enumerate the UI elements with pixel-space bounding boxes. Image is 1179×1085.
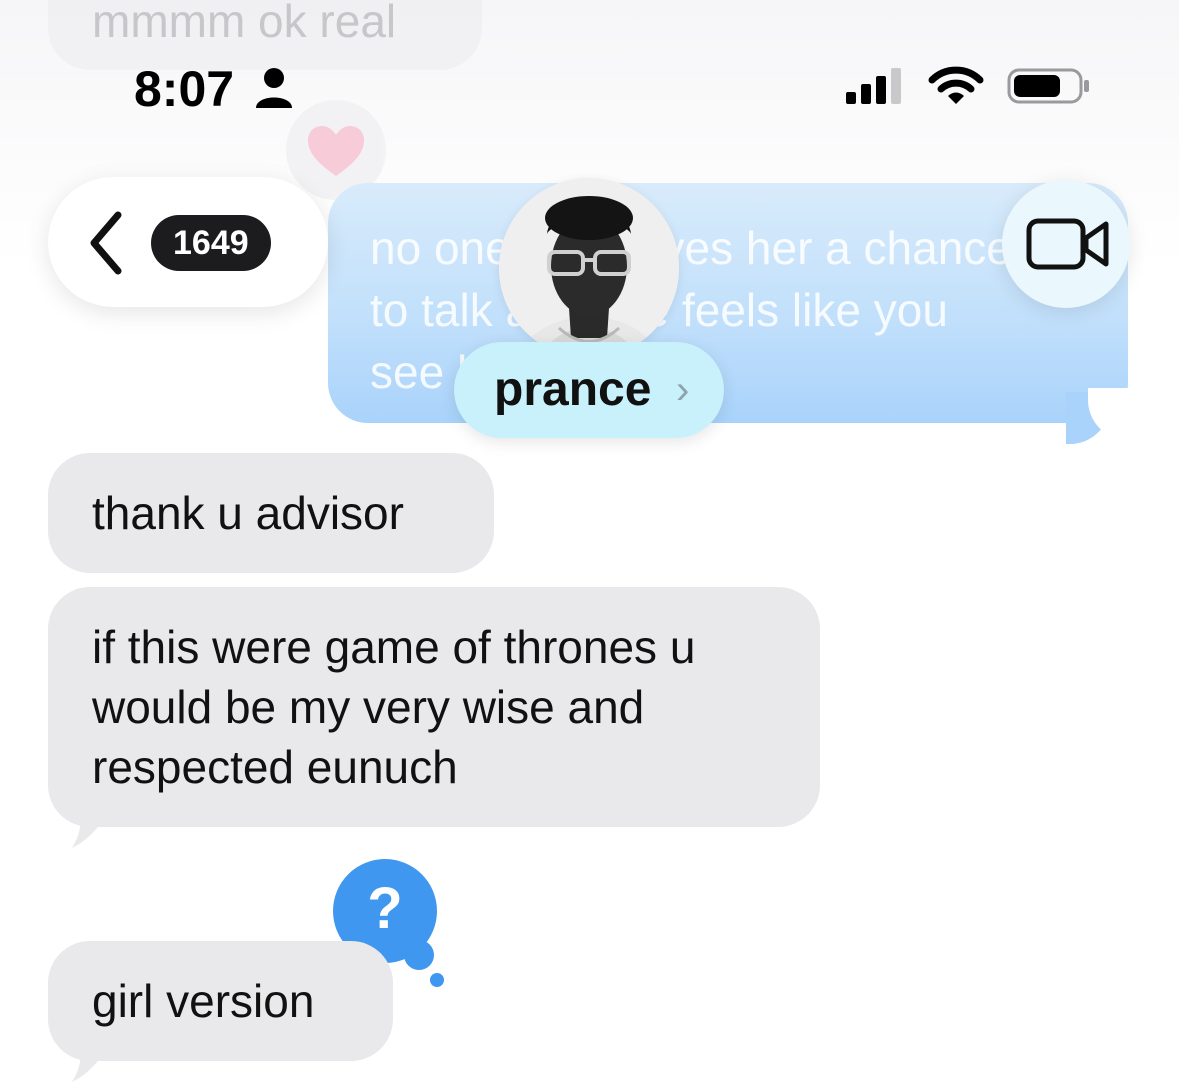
contact-name: prance (494, 363, 652, 416)
status-time: 8:07 (134, 60, 294, 118)
status-icons (844, 66, 1091, 111)
heart-icon (308, 126, 364, 176)
contact-avatar[interactable] (499, 178, 679, 358)
received-message-bubble[interactable]: if this were game of thrones u would be … (48, 587, 820, 827)
message-text: thank u advisor (92, 487, 404, 539)
message-line: would be my very wise and (92, 681, 645, 733)
cellular-signal-icon (846, 68, 901, 104)
sent-message-line: to talk and she feels like you (370, 284, 948, 336)
reaction-bubble-dot (404, 940, 434, 970)
sent-message-line: no one ever gives her a chance (370, 222, 1012, 274)
reaction-bubble-dot (430, 973, 444, 987)
avatar-photo (499, 178, 679, 358)
message-line: if this were game of thrones u (92, 621, 696, 673)
message-text: mmmm ok real (92, 0, 397, 47)
wifi-icon (928, 66, 984, 104)
chevron-right-icon: › (676, 368, 690, 412)
bubble-tail (72, 800, 112, 848)
status-time-text: 8:07 (134, 61, 235, 117)
video-camera-icon (1026, 218, 1109, 270)
received-message-bubble[interactable]: thank u advisor (48, 453, 494, 573)
person-icon (255, 68, 292, 108)
message-line: respected eunuch (92, 741, 458, 793)
bubble-tail (72, 1034, 112, 1082)
chevron-left-icon (90, 211, 122, 275)
message-text: girl version (92, 975, 315, 1027)
question-icon: ? (367, 876, 403, 941)
unread-count-badge: 1649 (151, 215, 271, 271)
battery-icon (1007, 68, 1089, 104)
facetime-video-button[interactable] (1002, 180, 1130, 308)
contact-name-button[interactable]: prance › (454, 342, 724, 438)
